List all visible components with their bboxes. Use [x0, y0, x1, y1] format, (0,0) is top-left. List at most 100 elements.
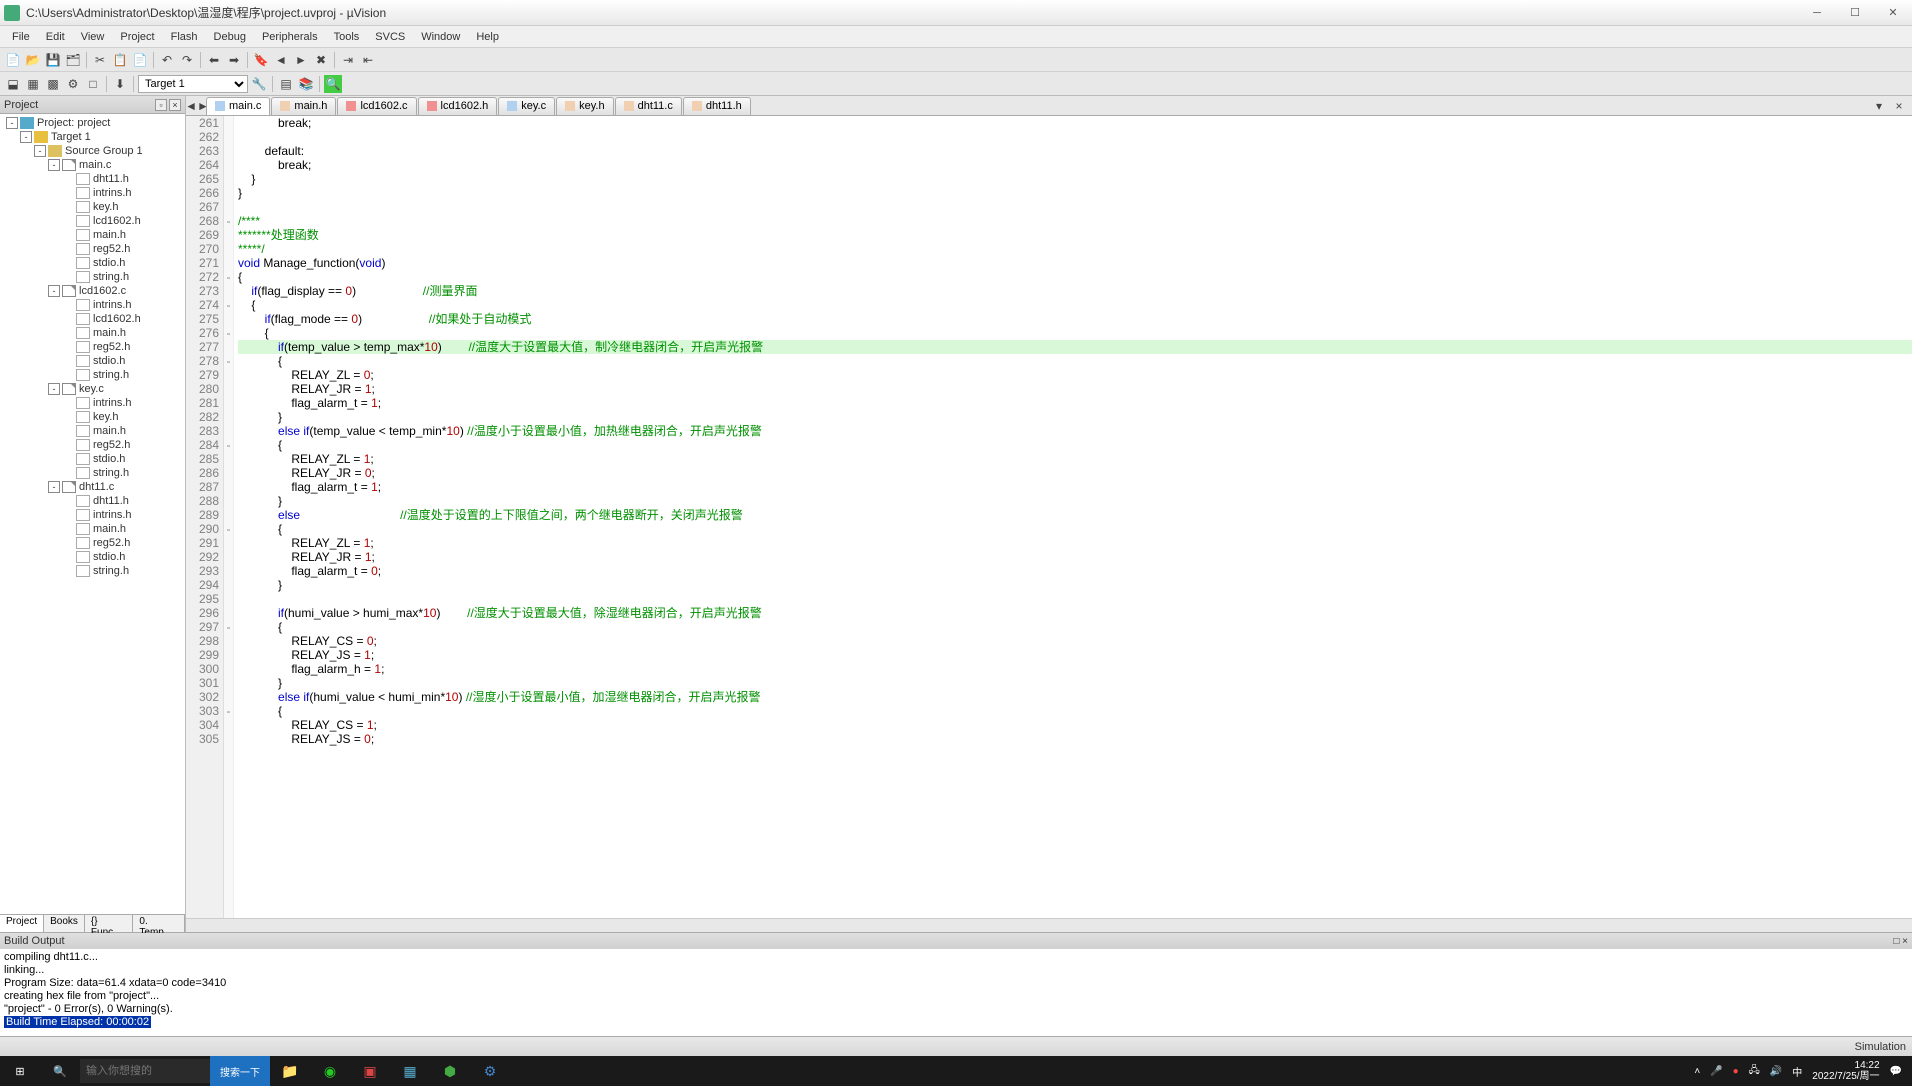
- paste-icon[interactable]: 📄: [131, 51, 149, 69]
- open-file-icon[interactable]: 📂: [24, 51, 42, 69]
- taskbar-clock[interactable]: 14:22 2022/7/25/周一: [1812, 1060, 1879, 1082]
- menu-view[interactable]: View: [73, 29, 113, 45]
- close-button[interactable]: ✕: [1878, 4, 1908, 22]
- copy-icon[interactable]: 📋: [111, 51, 129, 69]
- tree-node[interactable]: key.h: [2, 200, 183, 214]
- panel-tab[interactable]: 0. Temp…: [133, 915, 185, 932]
- tree-node[interactable]: dht11.h: [2, 172, 183, 186]
- code-line[interactable]: RELAY_JS = 1;: [238, 648, 1912, 662]
- tree-node[interactable]: stdio.h: [2, 354, 183, 368]
- code-line[interactable]: {: [238, 438, 1912, 452]
- code-line[interactable]: void Manage_function(void): [238, 256, 1912, 270]
- panel-tab[interactable]: Books: [44, 915, 85, 932]
- taskbar-search-input[interactable]: [80, 1059, 210, 1083]
- code-line[interactable]: [238, 130, 1912, 144]
- bookmark-clear-icon[interactable]: ✖: [312, 51, 330, 69]
- menu-flash[interactable]: Flash: [163, 29, 206, 45]
- search-button[interactable]: 搜索一下: [210, 1056, 270, 1086]
- cut-icon[interactable]: ✂: [91, 51, 109, 69]
- tree-node[interactable]: stdio.h: [2, 550, 183, 564]
- code-line[interactable]: {: [238, 522, 1912, 536]
- tree-node[interactable]: reg52.h: [2, 536, 183, 550]
- menu-tools[interactable]: Tools: [326, 29, 368, 45]
- code-line[interactable]: if(flag_display == 0) //测量界面: [238, 284, 1912, 298]
- code-line[interactable]: [238, 200, 1912, 214]
- bookmark-prev-icon[interactable]: ◄: [272, 51, 290, 69]
- menu-edit[interactable]: Edit: [38, 29, 73, 45]
- tree-node[interactable]: -Source Group 1: [2, 144, 183, 158]
- file-tab[interactable]: dht11.h: [683, 97, 751, 115]
- code-line[interactable]: else //温度处于设置的上下限值之间，两个继电器断开，关闭声光报警: [238, 508, 1912, 522]
- tray-notification-icon[interactable]: 💬: [1890, 1066, 1902, 1077]
- code-line[interactable]: {: [238, 620, 1912, 634]
- taskbar-app-keil[interactable]: ▦: [390, 1056, 430, 1086]
- manage-icon[interactable]: ▤: [277, 75, 295, 93]
- tree-node[interactable]: reg52.h: [2, 340, 183, 354]
- nav-back-icon[interactable]: ⬅: [205, 51, 223, 69]
- taskbar-app-ppt[interactable]: ▣: [350, 1056, 390, 1086]
- menu-file[interactable]: File: [4, 29, 38, 45]
- fold-column[interactable]: ---------: [224, 116, 234, 918]
- menu-help[interactable]: Help: [468, 29, 507, 45]
- target-selector[interactable]: Target 1: [138, 75, 248, 93]
- taskbar-app-tool[interactable]: ⚙: [470, 1056, 510, 1086]
- tab-nav-icon[interactable]: ◄►: [188, 97, 206, 115]
- tree-node[interactable]: lcd1602.h: [2, 214, 183, 228]
- code-line[interactable]: {: [238, 326, 1912, 340]
- tree-node[interactable]: key.h: [2, 410, 183, 424]
- tray-mic-icon[interactable]: 🎤: [1710, 1066, 1722, 1077]
- tree-node[interactable]: main.h: [2, 424, 183, 438]
- code-line[interactable]: else if(temp_value < temp_min*10) //温度小于…: [238, 424, 1912, 438]
- tray-network-icon[interactable]: 🖧: [1749, 1063, 1760, 1080]
- tree-expand-icon[interactable]: -: [48, 383, 60, 395]
- new-file-icon[interactable]: 📄: [4, 51, 22, 69]
- bookmark-next-icon[interactable]: ►: [292, 51, 310, 69]
- code-line[interactable]: [238, 592, 1912, 606]
- taskbar-app-wechat[interactable]: ◉: [310, 1056, 350, 1086]
- save-icon[interactable]: 💾: [44, 51, 62, 69]
- code-line[interactable]: {: [238, 354, 1912, 368]
- tree-node[interactable]: intrins.h: [2, 186, 183, 200]
- panel-close-icon[interactable]: ×: [169, 99, 181, 111]
- tree-node[interactable]: -dht11.c: [2, 480, 183, 494]
- tree-node[interactable]: string.h: [2, 564, 183, 578]
- menu-svcs[interactable]: SVCS: [367, 29, 413, 45]
- undo-icon[interactable]: ↶: [158, 51, 176, 69]
- code-line[interactable]: RELAY_ZL = 1;: [238, 452, 1912, 466]
- tree-expand-icon[interactable]: -: [20, 131, 32, 143]
- stop-build-icon[interactable]: □: [84, 75, 102, 93]
- code-line[interactable]: RELAY_JR = 0;: [238, 466, 1912, 480]
- download-icon[interactable]: ⬇: [111, 75, 129, 93]
- taskbar-app-explorer[interactable]: 📁: [270, 1056, 310, 1086]
- code-line[interactable]: {: [238, 270, 1912, 284]
- tree-expand-icon[interactable]: -: [48, 159, 60, 171]
- build-output-body[interactable]: compiling dht11.c...linking...Program Si…: [0, 949, 1912, 1036]
- code-line[interactable]: RELAY_CS = 1;: [238, 718, 1912, 732]
- tree-node[interactable]: -main.c: [2, 158, 183, 172]
- code-editor[interactable]: 2612622632642652662672682692702712722732…: [186, 116, 1912, 918]
- tree-node[interactable]: dht11.h: [2, 494, 183, 508]
- panel-tab[interactable]: Project: [0, 915, 44, 932]
- code-line[interactable]: flag_alarm_t = 1;: [238, 396, 1912, 410]
- code-line[interactable]: flag_alarm_t = 1;: [238, 480, 1912, 494]
- tree-node[interactable]: intrins.h: [2, 508, 183, 522]
- file-tab[interactable]: dht11.c: [615, 97, 682, 115]
- tree-node[interactable]: -Project: project: [2, 116, 183, 130]
- tree-node[interactable]: intrins.h: [2, 396, 183, 410]
- code-line[interactable]: /****: [238, 214, 1912, 228]
- editor-hscroll[interactable]: [186, 918, 1912, 932]
- project-tree[interactable]: -Project: project-Target 1-Source Group …: [0, 114, 185, 914]
- file-tab[interactable]: lcd1602.h: [418, 97, 498, 115]
- panel-pin-icon[interactable]: ▫: [155, 99, 167, 111]
- code-line[interactable]: RELAY_JR = 1;: [238, 550, 1912, 564]
- tree-expand-icon[interactable]: -: [48, 481, 60, 493]
- batch-build-icon[interactable]: ⚙: [64, 75, 82, 93]
- tree-node[interactable]: main.h: [2, 522, 183, 536]
- nav-fwd-icon[interactable]: ➡: [225, 51, 243, 69]
- tray-chevron-icon[interactable]: ˄: [1694, 1066, 1700, 1077]
- search-icon[interactable]: 🔍: [40, 1065, 80, 1078]
- file-tab[interactable]: key.c: [498, 97, 555, 115]
- code-line[interactable]: RELAY_JR = 1;: [238, 382, 1912, 396]
- file-tab[interactable]: main.c: [206, 97, 270, 115]
- code-line[interactable]: }: [238, 172, 1912, 186]
